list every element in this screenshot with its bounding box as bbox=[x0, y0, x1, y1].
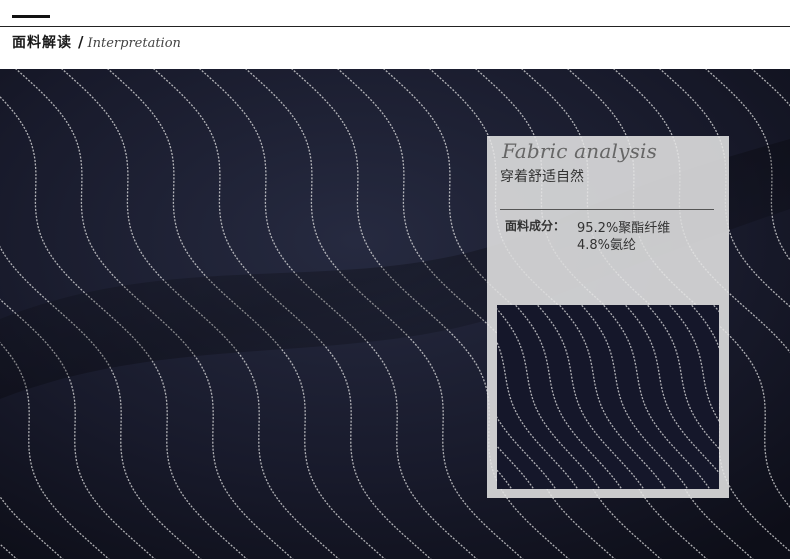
composition-label: 面料成分： bbox=[505, 219, 566, 233]
panel-heading: Fabric analysis bbox=[502, 139, 658, 163]
section-title-en: Interpretation bbox=[87, 36, 181, 51]
section-title-cn: 面料解读 bbox=[12, 35, 72, 51]
panel-subtitle: 穿着舒适自然 bbox=[500, 169, 584, 185]
section-title: 面料解读 / Interpretation bbox=[12, 32, 181, 52]
fabric-analysis-panel: Fabric analysis 穿着舒适自然 面料成分： 95.2%聚酯纤维 4… bbox=[487, 136, 729, 498]
composition-value: 4.8%氨纶 bbox=[577, 238, 637, 253]
fabric-closeup bbox=[497, 305, 719, 489]
panel-divider bbox=[500, 209, 714, 210]
header-accent-bar bbox=[12, 15, 50, 18]
header-divider bbox=[0, 26, 790, 27]
section-title-separator: / bbox=[78, 33, 84, 51]
